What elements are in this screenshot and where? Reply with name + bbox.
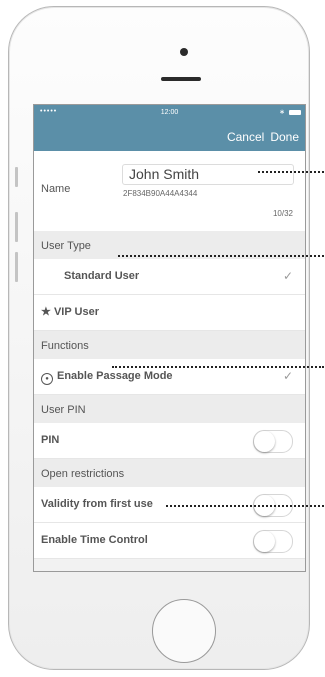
vip-user-label: VIP User xyxy=(53,306,99,318)
pin-label: PIN xyxy=(41,434,60,446)
passage-mode-label: Enable Passage Mode xyxy=(57,370,173,382)
battery-icon xyxy=(289,110,301,115)
camera xyxy=(180,48,188,56)
pin-toggle[interactable] xyxy=(253,430,293,453)
user-id: 2F834B90A44A4344 xyxy=(123,189,198,198)
name-label: Name xyxy=(41,183,71,195)
star-icon: ★ xyxy=(41,306,51,318)
name-input[interactable]: John Smith xyxy=(122,164,294,185)
passage-mode-option[interactable]: ● Enable Passage Mode ✓ xyxy=(34,359,305,395)
standard-user-option[interactable]: Standard User ✓ xyxy=(34,259,305,295)
side-button xyxy=(15,167,18,187)
checkmark-icon: ✓ xyxy=(282,269,293,283)
section-open-restrictions: Open restrictions xyxy=(34,459,305,487)
time-control-toggle[interactable] xyxy=(253,530,293,553)
time-control-label: Enable Time Control xyxy=(41,534,148,546)
callout-pointer-functions xyxy=(112,366,324,368)
app-screen: ••••• 12:00 ∗ Cancel Done Name John Smith… xyxy=(33,104,306,572)
volume-up-button xyxy=(15,212,18,242)
standard-user-label: Standard User xyxy=(64,270,140,282)
callout-pointer-user-type xyxy=(118,255,324,257)
section-functions: Functions xyxy=(34,331,305,359)
done-button[interactable]: Done xyxy=(270,130,299,144)
status-bar: ••••• 12:00 ∗ xyxy=(34,105,305,121)
volume-down-button xyxy=(15,252,18,282)
time-control-row: Enable Time Control xyxy=(34,523,305,559)
bluetooth-icon: ∗ xyxy=(279,109,285,116)
pin-row: PIN xyxy=(34,423,305,459)
home-button[interactable] xyxy=(152,599,216,663)
checkmark-icon: ✓ xyxy=(282,369,293,383)
clock: 12:00 xyxy=(160,109,179,116)
character-count: 10/32 xyxy=(272,209,293,218)
validity-label: Validity from first use xyxy=(41,498,153,510)
lock-icon: ● xyxy=(41,373,53,385)
vip-user-option[interactable]: ★ VIP User xyxy=(34,295,305,331)
callout-pointer-restrictions xyxy=(166,505,324,507)
cancel-button[interactable]: Cancel xyxy=(227,130,264,144)
section-user-pin: User PIN xyxy=(34,395,305,423)
name-cell: Name John Smith 2F834B90A44A4344 10/32 xyxy=(34,151,305,231)
speaker xyxy=(161,77,201,81)
nav-bar: Cancel Done xyxy=(34,121,305,151)
callout-pointer-name xyxy=(258,171,324,173)
